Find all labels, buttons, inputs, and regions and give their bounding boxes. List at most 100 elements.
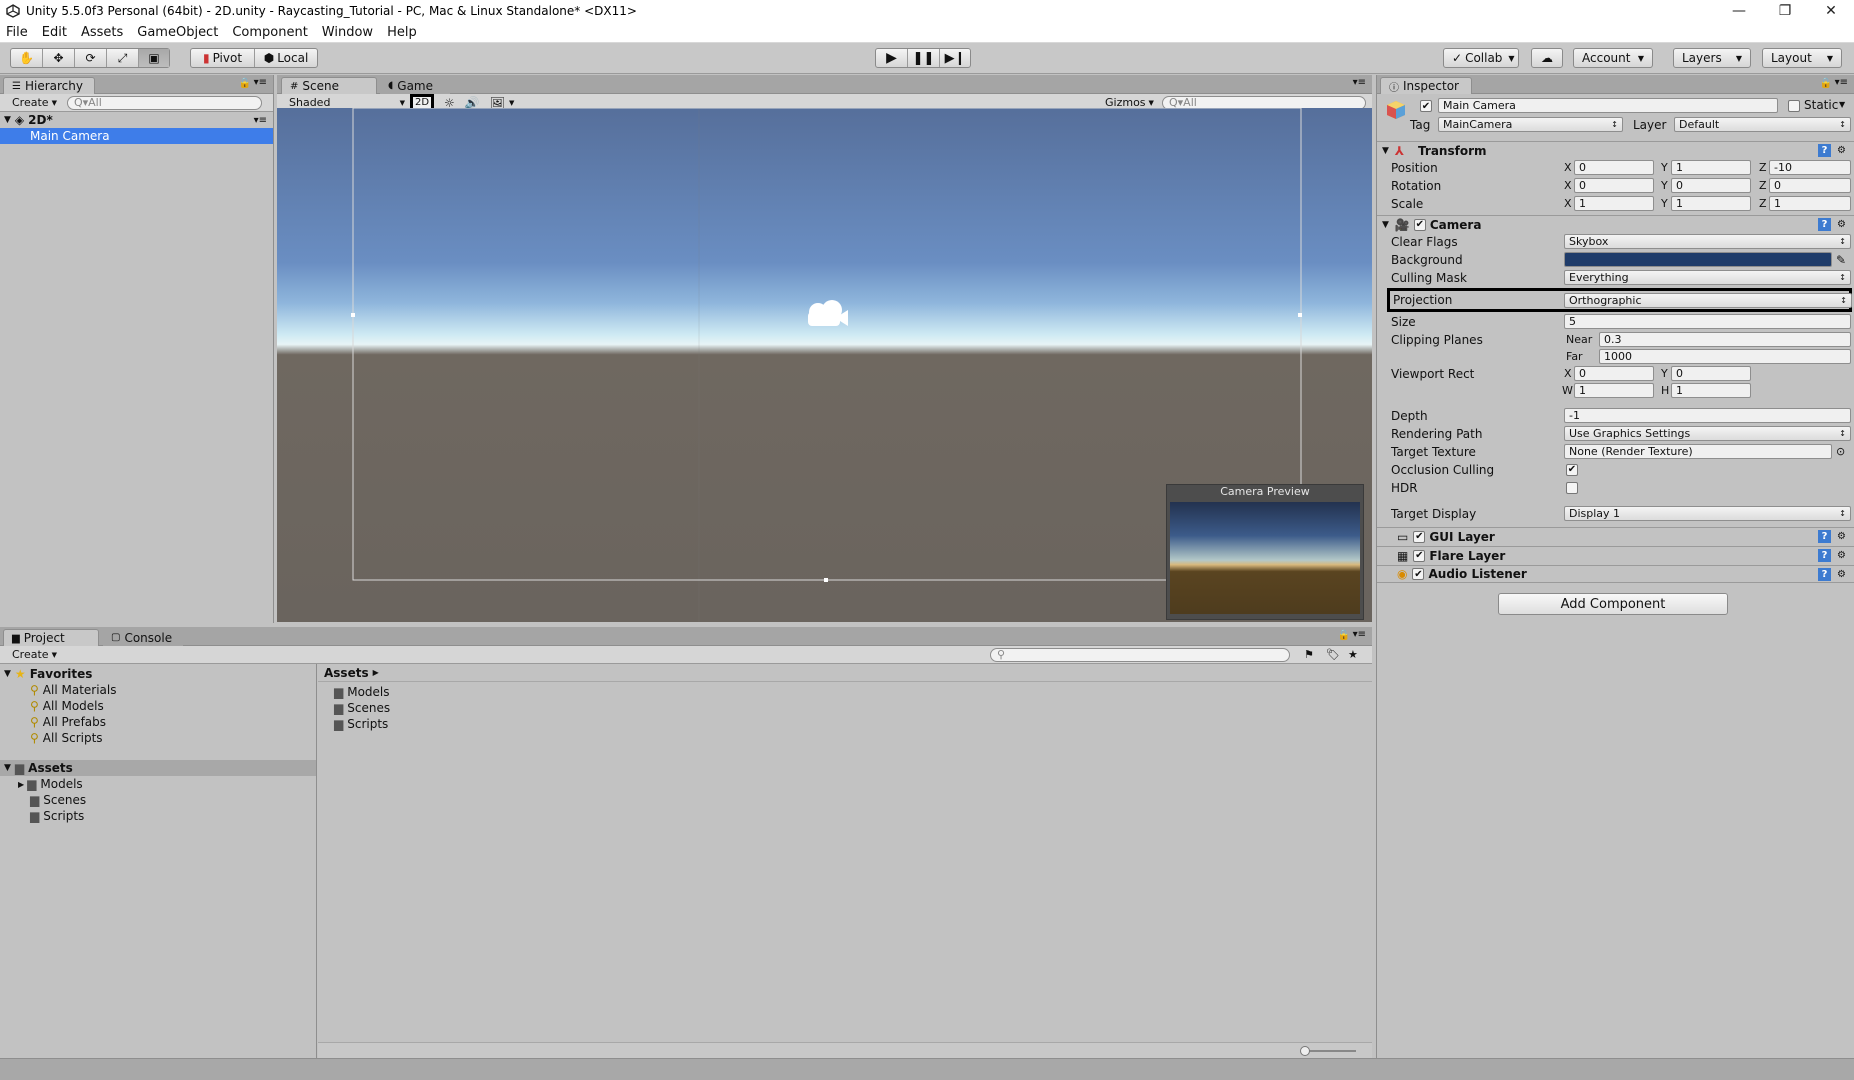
favorite-item[interactable]: ⚲ All Prefabs — [0, 714, 316, 730]
tab-console[interactable]: ▢ Console — [103, 629, 183, 646]
audio-listener-component-header[interactable]: ◉ ✔ Audio Listener ? ⚙ — [1377, 565, 1854, 583]
scene-viewport[interactable]: Camera Preview — [277, 108, 1372, 622]
camera-gizmo-icon[interactable] — [804, 298, 852, 334]
position-x-input[interactable]: 0 — [1574, 160, 1654, 175]
scale-y-input[interactable]: 1 — [1671, 196, 1751, 211]
settings-gear-icon[interactable]: ⚙ — [1835, 549, 1848, 562]
hand-tool-button[interactable]: ✋ — [11, 49, 43, 67]
local-button[interactable]: ⬢ Local — [255, 49, 317, 67]
content-folder-item[interactable]: ▆ Scripts — [318, 716, 1372, 732]
projection-dropdown[interactable]: Orthographic ↕ — [1564, 293, 1852, 308]
near-plane-input[interactable]: 0.3 — [1599, 332, 1851, 347]
hierarchy-create-dropdown[interactable]: Create ▼ — [8, 96, 61, 110]
move-tool-button[interactable]: ✥ — [43, 49, 75, 67]
content-folder-item[interactable]: ▆ Scenes — [318, 700, 1372, 716]
rendering-path-dropdown[interactable]: Use Graphics Settings ↕ — [1564, 426, 1851, 441]
menu-help[interactable]: Help — [387, 25, 417, 40]
static-checkbox[interactable] — [1788, 100, 1800, 112]
chevron-down-icon[interactable]: ▼ — [509, 99, 514, 107]
clear-flags-dropdown[interactable]: Skybox ↕ — [1564, 234, 1851, 249]
rotation-y-input[interactable]: 0 — [1671, 178, 1751, 193]
object-name-input[interactable]: Main Camera — [1438, 98, 1778, 113]
scale-z-input[interactable]: 1 — [1769, 196, 1851, 211]
hierarchy-search-input[interactable]: Q▾All — [66, 95, 262, 110]
chevron-down-icon[interactable]: ▼ — [1839, 100, 1845, 109]
pause-button[interactable]: ❚❚ — [908, 49, 940, 67]
gui-layer-component-header[interactable]: ▭ ✔ GUI Layer ? ⚙ — [1377, 527, 1854, 545]
favorite-item[interactable]: ⚲ All Models — [0, 698, 316, 714]
viewport-y-input[interactable]: 0 — [1671, 366, 1751, 381]
settings-gear-icon[interactable]: ⚙ — [1835, 218, 1848, 231]
tab-game[interactable]: ◖ Game — [380, 77, 450, 94]
menu-component[interactable]: Component — [232, 25, 307, 40]
restore-button[interactable]: ❐ — [1762, 0, 1808, 22]
position-z-input[interactable]: -10 — [1769, 160, 1851, 175]
menu-assets[interactable]: Assets — [81, 25, 123, 40]
scene-menu-icon[interactable]: ▾≡ — [254, 115, 267, 126]
panel-menu-icon[interactable]: ▾≡ — [1835, 77, 1848, 88]
rect-tool-button[interactable]: ▣ — [139, 49, 169, 67]
hdr-checkbox[interactable] — [1566, 481, 1578, 494]
filter-by-label-icon[interactable]: 🏷 — [1326, 648, 1340, 661]
viewport-w-input[interactable]: 1 — [1574, 383, 1654, 398]
asset-folder-row[interactable]: ▶ ▆ Models — [0, 776, 316, 792]
favorites-row[interactable]: ▼ ★ Favorites — [0, 666, 316, 682]
frustum-handle-right[interactable] — [1298, 313, 1302, 317]
rotation-z-input[interactable]: 0 — [1769, 178, 1851, 193]
cloud-button[interactable]: ☁ — [1531, 48, 1563, 68]
menu-gameobject[interactable]: GameObject — [137, 25, 218, 40]
settings-gear-icon[interactable]: ⚙ — [1835, 144, 1848, 157]
culling-mask-dropdown[interactable]: Everything ↕ — [1564, 270, 1851, 285]
size-input[interactable]: 5 — [1564, 314, 1851, 329]
lock-icon[interactable]: 🔒 — [239, 78, 251, 89]
panel-menu-icon[interactable]: ▾≡ — [1353, 629, 1366, 640]
panel-menu-icon[interactable]: ▾≡ — [1353, 77, 1366, 88]
background-color-swatch[interactable] — [1564, 252, 1832, 267]
help-book-icon[interactable]: ? — [1818, 218, 1831, 231]
project-search-input[interactable]: ⚲ — [990, 647, 1290, 662]
icon-size-slider-handle[interactable] — [1300, 1046, 1310, 1056]
step-button[interactable]: ▶❙ — [940, 49, 970, 67]
menu-file[interactable]: File — [6, 25, 28, 40]
audio-listener-checkbox[interactable]: ✔ — [1412, 568, 1425, 580]
content-folder-item[interactable]: ▆ Models — [318, 684, 1372, 700]
target-display-dropdown[interactable]: Display 1 ↕ — [1564, 506, 1851, 521]
viewport-x-input[interactable]: 0 — [1574, 366, 1654, 381]
tab-project[interactable]: ▆ Project — [3, 629, 99, 646]
help-book-icon[interactable]: ? — [1818, 549, 1831, 562]
layout-dropdown[interactable]: Layout ▼ — [1762, 48, 1842, 68]
minimize-button[interactable]: — — [1716, 0, 1762, 22]
favorite-item[interactable]: ⚲ All Materials — [0, 682, 316, 698]
help-book-icon[interactable]: ? — [1818, 144, 1831, 157]
hierarchy-item-main-camera[interactable]: Main Camera — [0, 128, 273, 144]
settings-gear-icon[interactable]: ⚙ — [1835, 530, 1848, 543]
filter-by-type-icon[interactable]: ⚑ — [1304, 648, 1314, 661]
rotate-tool-button[interactable]: ⟳ — [75, 49, 107, 67]
depth-input[interactable]: -1 — [1564, 408, 1851, 423]
active-checkbox[interactable]: ✔ — [1420, 100, 1432, 112]
collab-dropdown[interactable]: ✓ Collab ▼ — [1443, 48, 1519, 68]
scene-root-row[interactable]: ▼ ◈ 2D* ▾≡ — [0, 112, 273, 128]
flare-layer-component-header[interactable]: ▦ ✔ Flare Layer ? ⚙ — [1377, 546, 1854, 564]
rotation-x-input[interactable]: 0 — [1574, 178, 1654, 193]
occlusion-culling-checkbox[interactable]: ✔ — [1566, 463, 1578, 476]
scale-x-input[interactable]: 1 — [1574, 196, 1654, 211]
far-plane-input[interactable]: 1000 — [1599, 349, 1851, 364]
pivot-button[interactable]: ▮ Pivot — [191, 49, 255, 67]
object-picker-icon[interactable]: ⊙ — [1836, 445, 1845, 458]
favorite-item[interactable]: ⚲ All Scripts — [0, 730, 316, 746]
lock-icon[interactable]: 🔒 — [1338, 630, 1350, 641]
favorite-star-icon[interactable]: ★ — [1348, 648, 1358, 661]
add-component-button[interactable]: Add Component — [1498, 593, 1728, 615]
gui-layer-checkbox[interactable]: ✔ — [1413, 530, 1426, 543]
tab-hierarchy[interactable]: ☰ Hierarchy — [3, 77, 95, 94]
frustum-handle-bottom[interactable] — [824, 578, 828, 582]
assets-root-row[interactable]: ▼ ▆ Assets — [0, 760, 316, 776]
target-texture-field[interactable]: None (Render Texture) — [1564, 444, 1832, 459]
lock-icon[interactable]: 🔒 — [1820, 78, 1832, 89]
eyedropper-icon[interactable]: ✎ — [1836, 253, 1846, 267]
position-y-input[interactable]: 1 — [1671, 160, 1751, 175]
asset-folder-row[interactable]: ▆ Scripts — [0, 808, 316, 824]
tag-dropdown[interactable]: MainCamera ↕ — [1438, 117, 1623, 132]
close-button[interactable]: ✕ — [1808, 0, 1854, 22]
